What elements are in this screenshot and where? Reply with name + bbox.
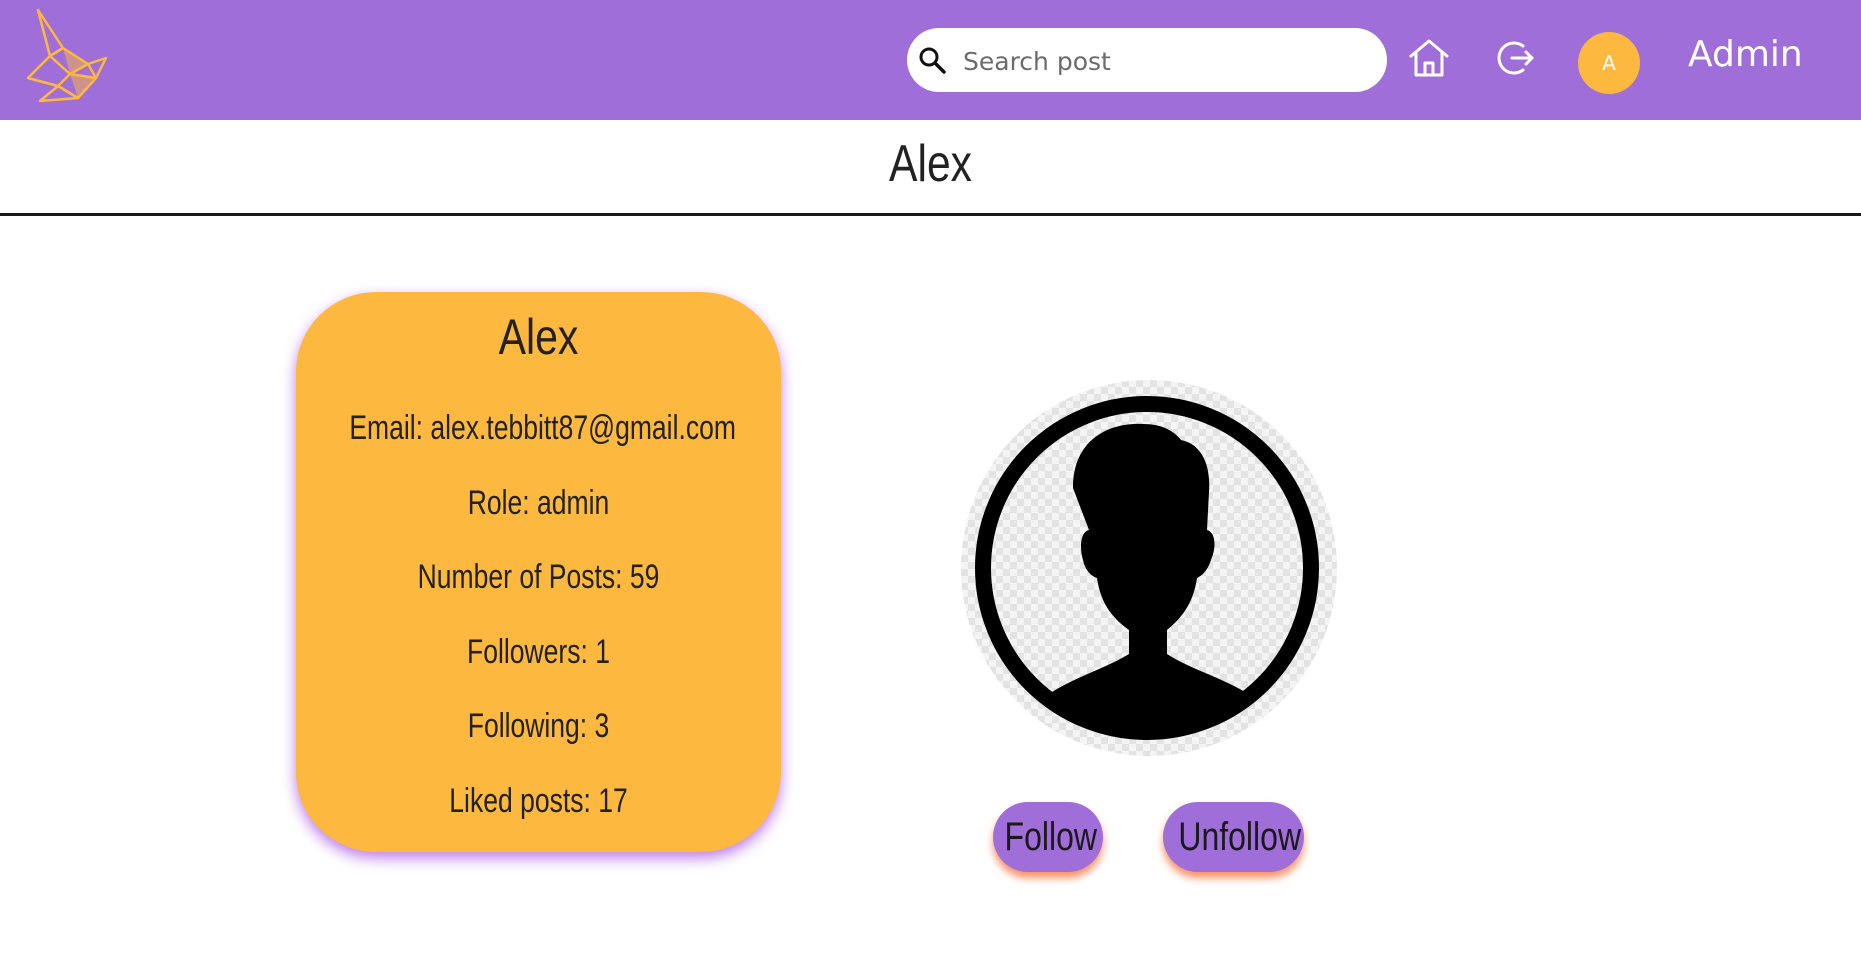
home-icon[interactable]	[1405, 34, 1453, 82]
search-bar[interactable]	[907, 28, 1387, 92]
profile-followers: Followers: 1	[467, 633, 610, 671]
origami-bird-logo[interactable]	[18, 6, 118, 116]
profile-name: Alex	[498, 309, 579, 365]
profile-liked-posts: Liked posts: 17	[449, 782, 628, 820]
profile-picture	[961, 380, 1337, 756]
profile-role: Role: admin	[467, 484, 610, 522]
profile-email: Email: alex.tebbitt87@gmail.com	[349, 409, 736, 447]
unfollow-button-label: Unfollow	[1178, 814, 1302, 859]
user-silhouette-icon	[975, 396, 1319, 740]
follow-button[interactable]: Follow	[993, 802, 1103, 872]
search-icon	[919, 47, 946, 74]
follow-button-label: Follow	[1004, 814, 1098, 859]
logout-icon[interactable]	[1490, 34, 1538, 82]
top-navbar: A Admin	[0, 0, 1861, 120]
profile-following: Following: 3	[467, 707, 610, 745]
page-title: Alex	[889, 135, 972, 193]
user-avatar[interactable]: A	[1578, 32, 1640, 94]
profile-info-card: Alex Email: alex.tebbitt87@gmail.com Rol…	[296, 292, 781, 852]
title-divider	[0, 213, 1861, 216]
unfollow-button[interactable]: Unfollow	[1163, 802, 1304, 872]
profile-post-count: Number of Posts: 59	[417, 558, 660, 596]
search-input[interactable]	[961, 38, 1365, 84]
current-user-name[interactable]: Admin	[1688, 34, 1803, 75]
